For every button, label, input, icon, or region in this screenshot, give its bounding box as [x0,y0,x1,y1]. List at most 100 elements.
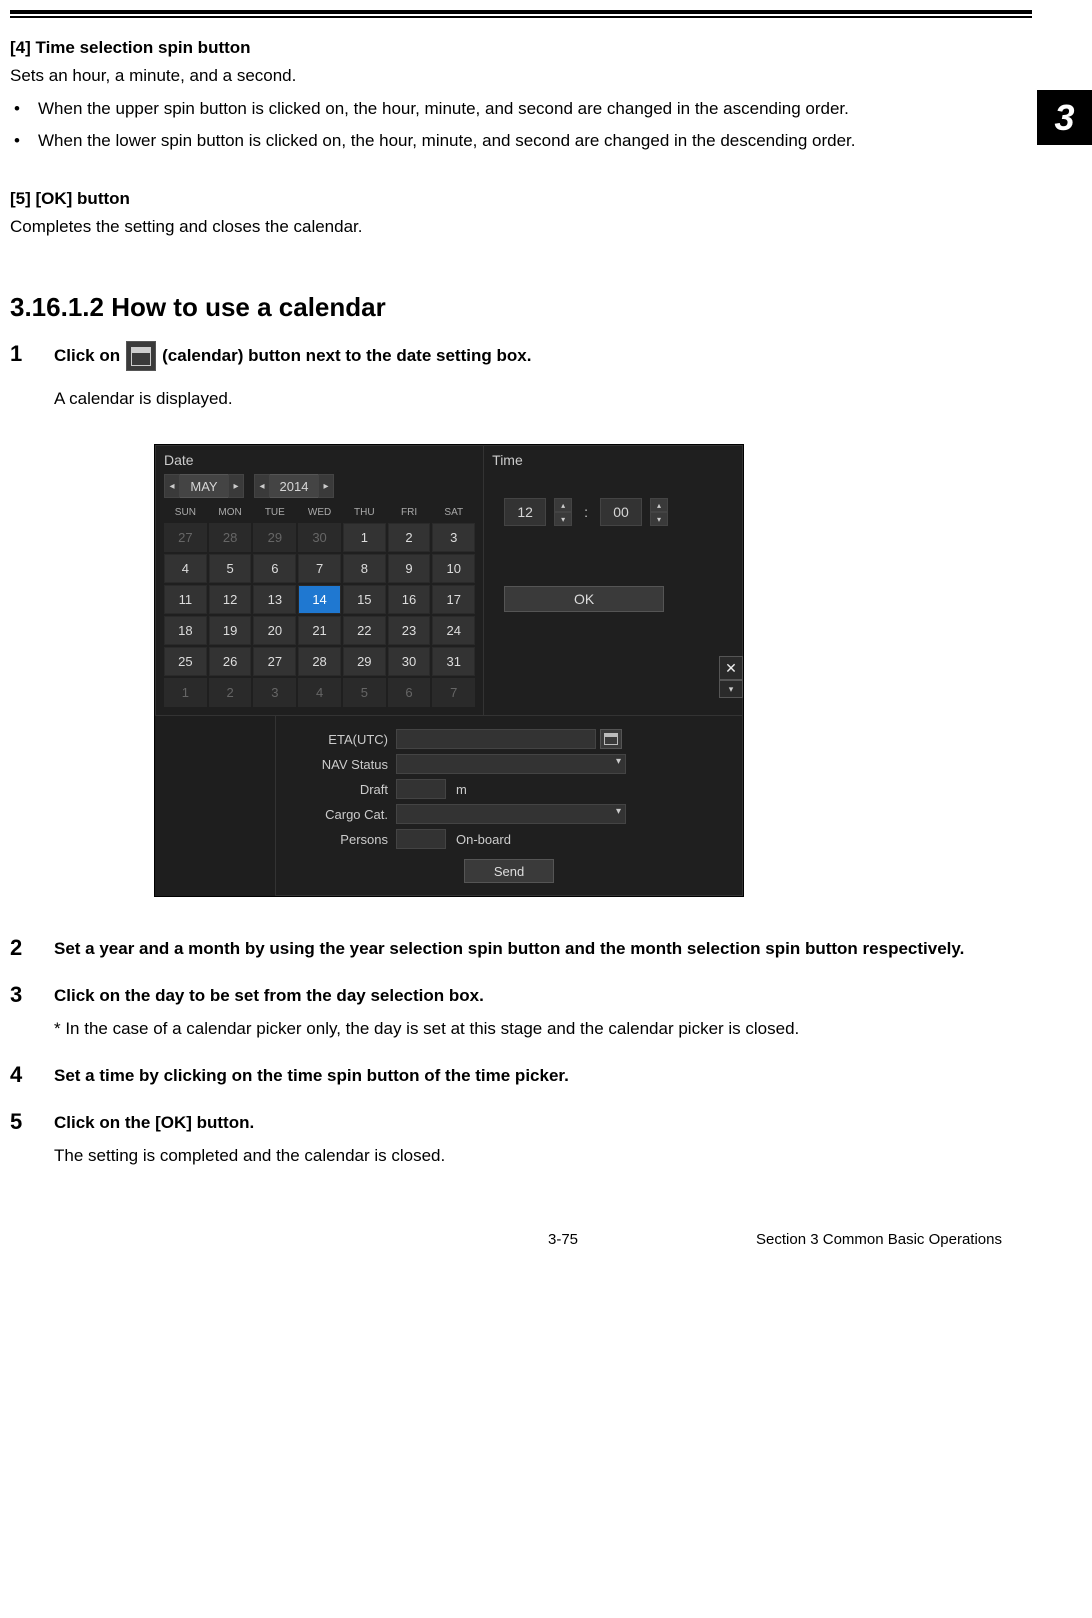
calendar-day[interactable]: 1 [343,523,386,552]
step-number: 2 [10,935,54,964]
minute-value: 00 [600,498,642,526]
calendar-day[interactable]: 4 [164,554,207,583]
calendar-day[interactable]: 19 [209,616,252,645]
step-1-head-pre: Click on [54,342,120,371]
calendar-dow: WED [298,504,341,521]
calendar-day[interactable]: 30 [298,523,341,552]
calendar-day[interactable]: 20 [253,616,296,645]
year-next-button[interactable]: ▸ [318,474,334,498]
minute-up-button[interactable]: ▴ [650,498,668,512]
calendar-day[interactable]: 9 [388,554,431,583]
hour-value: 12 [504,498,546,526]
calendar-day[interactable]: 21 [298,616,341,645]
calendar-day[interactable]: 26 [209,647,252,676]
calendar-day[interactable]: 25 [164,647,207,676]
year-prev-button[interactable]: ◂ [254,474,270,498]
calendar-day[interactable]: 13 [253,585,296,614]
step-1: 1 Click on (calendar) button next to the… [10,341,1032,917]
hour-spin[interactable]: ▴ ▾ [554,498,572,526]
minute-spin[interactable]: ▴ ▾ [650,498,668,526]
calendar-icon[interactable] [600,729,622,749]
send-button[interactable]: Send [464,859,554,883]
calendar-day[interactable]: 27 [164,523,207,552]
ok-button[interactable]: OK [504,586,664,612]
section-4-lead: Sets an hour, a minute, and a second. [10,62,1032,91]
calendar-day[interactable]: 28 [298,647,341,676]
calendar-day[interactable]: 12 [209,585,252,614]
bullet-item: • When the lower spin button is clicked … [10,125,1032,157]
bullet-mark: • [10,93,38,125]
step-number: 5 [10,1109,54,1171]
calendar-day[interactable]: 8 [343,554,386,583]
calendar-day[interactable]: 2 [388,523,431,552]
calendar-day[interactable]: 15 [343,585,386,614]
cargo-dropdown[interactable] [396,804,626,824]
calendar-day[interactable]: 7 [432,678,475,707]
cargo-label: Cargo Cat. [286,807,396,822]
step-4-heading: Set a time by clicking on the time spin … [54,1062,1032,1091]
calendar-day[interactable]: 3 [253,678,296,707]
bullet-text: When the lower spin button is clicked on… [38,125,1032,157]
bullet-item: • When the upper spin button is clicked … [10,93,1032,125]
minute-down-button[interactable]: ▾ [650,512,668,526]
date-label: Date [164,452,475,468]
calendar-screenshot: Date ◂ MAY ▸ ◂ 2014 ▸ [154,444,744,897]
calendar-day[interactable]: 24 [432,616,475,645]
calendar-dow: THU [343,504,386,521]
section-5-heading: [5] [OK] button [10,189,1032,209]
calendar-day[interactable]: 5 [343,678,386,707]
draft-unit: m [456,782,467,797]
calendar-day[interactable]: 17 [432,585,475,614]
step-2-heading: Set a year and a month by using the year… [54,935,1032,964]
step-5: 5 Click on the [OK] button. The setting … [10,1109,1032,1171]
calendar-day[interactable]: 6 [253,554,296,583]
calendar-day[interactable]: 11 [164,585,207,614]
page-number: 3-75 [548,1231,578,1248]
calendar-day[interactable]: 23 [388,616,431,645]
nav-status-dropdown[interactable] [396,754,626,774]
step-3-desc: * In the case of a calendar picker only,… [54,1015,1032,1044]
persons-label: Persons [286,832,396,847]
year-spin[interactable]: ◂ 2014 ▸ [254,474,334,498]
step-number: 3 [10,982,54,1044]
calendar-day[interactable]: 28 [209,523,252,552]
close-icon[interactable]: ✕ [719,656,743,680]
calendar-day[interactable]: 30 [388,647,431,676]
calendar-icon[interactable] [126,341,156,371]
calendar-day[interactable]: 10 [432,554,475,583]
month-prev-button[interactable]: ◂ [164,474,180,498]
time-label: Time [492,452,734,468]
calendar-day[interactable]: 29 [343,647,386,676]
calendar-day[interactable]: 2 [209,678,252,707]
calendar-dow: TUE [253,504,296,521]
chevron-down-icon[interactable]: ▾ [719,680,743,698]
month-spin[interactable]: ◂ MAY ▸ [164,474,244,498]
calendar-dow: SAT [432,504,475,521]
calendar-day[interactable]: 18 [164,616,207,645]
year-value: 2014 [270,474,318,498]
hour-up-button[interactable]: ▴ [554,498,572,512]
chapter-tab: 3 [1037,90,1092,145]
calendar-day[interactable]: 22 [343,616,386,645]
calendar-day[interactable]: 1 [164,678,207,707]
calendar-day[interactable]: 27 [253,647,296,676]
page-footer: 3-75 Section 3 Common Basic Operations [10,1231,1032,1248]
calendar-day[interactable]: 31 [432,647,475,676]
calendar-day[interactable]: 7 [298,554,341,583]
calendar-day[interactable]: 29 [253,523,296,552]
section-name: Section 3 Common Basic Operations [756,1231,1002,1248]
calendar-day[interactable]: 14 [298,585,341,614]
subsection-title: 3.16.1.2 How to use a calendar [10,292,1032,323]
draft-field[interactable] [396,779,446,799]
month-next-button[interactable]: ▸ [228,474,244,498]
eta-field[interactable] [396,729,596,749]
calendar-day[interactable]: 4 [298,678,341,707]
persons-field[interactable] [396,829,446,849]
calendar-day[interactable]: 3 [432,523,475,552]
calendar-panel: Date ◂ MAY ▸ ◂ 2014 ▸ [155,445,743,716]
hour-down-button[interactable]: ▾ [554,512,572,526]
bullet-mark: • [10,125,38,157]
calendar-day[interactable]: 5 [209,554,252,583]
calendar-day[interactable]: 6 [388,678,431,707]
calendar-day[interactable]: 16 [388,585,431,614]
